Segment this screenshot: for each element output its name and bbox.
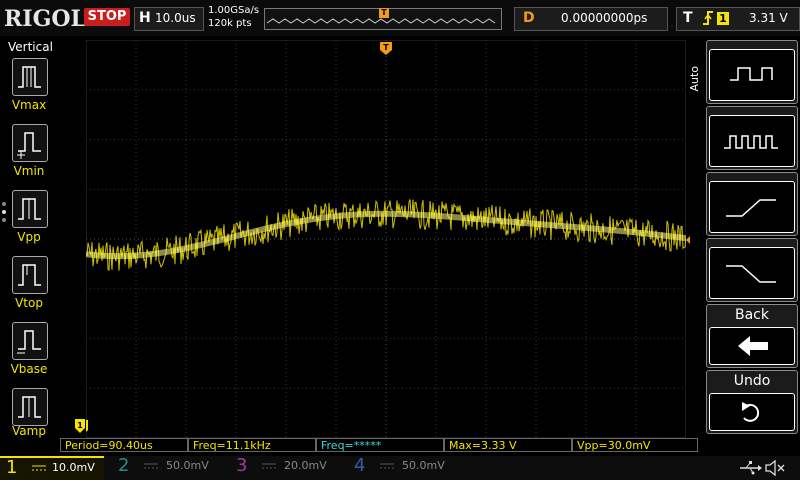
- function-panel: Auto Back Undo: [688, 36, 800, 438]
- measurement-results-bar: Period=90.40us Freq=11.1kHz Freq=***** M…: [58, 438, 698, 454]
- ch2-tab[interactable]: 2 50.0mV: [110, 455, 220, 480]
- vpp-label: Vpp: [17, 230, 41, 244]
- page-dot: [2, 218, 6, 222]
- vtop-label: Vtop: [15, 296, 43, 310]
- vmin-button[interactable]: [12, 124, 48, 162]
- single-pulse-icon: [730, 67, 773, 81]
- vpp-icon: [18, 198, 41, 220]
- meas-period[interactable]: Period=90.40us: [60, 438, 188, 452]
- delay-box[interactable]: D 0.00000000ps: [514, 7, 668, 31]
- meas-max[interactable]: Max=3.33 V: [444, 438, 572, 452]
- top-status-bar: RIGOL STOP H 10.0us 1.00GSa/s 120k pts T…: [0, 0, 800, 36]
- ch4-number: 4: [354, 455, 366, 476]
- ch4-tab[interactable]: 4 50.0mV: [346, 455, 456, 480]
- back-button[interactable]: Back: [706, 304, 798, 368]
- falling-ramp-icon: [726, 265, 776, 283]
- falling-ramp-button[interactable]: [706, 238, 798, 302]
- ch1-number: 1: [6, 457, 18, 478]
- vamp-label: Vamp: [12, 424, 46, 438]
- button-face: [709, 393, 795, 431]
- timebase-letter: H: [139, 10, 151, 26]
- button-face: [709, 327, 795, 365]
- back-arrow-icon: [738, 336, 768, 356]
- ch1-offset-marker-icon: 1: [75, 419, 85, 433]
- button-face: [709, 181, 795, 233]
- meas-freq-ch1[interactable]: Freq=11.1kHz: [188, 438, 316, 452]
- memory-depth: 120k pts: [208, 18, 252, 29]
- ch3-tab[interactable]: 3 20.0mV: [228, 455, 338, 480]
- ch3-number: 3: [236, 455, 248, 476]
- sidebar-title: Vertical: [8, 40, 53, 54]
- button-face: [709, 247, 795, 299]
- vmax-button[interactable]: [12, 58, 48, 96]
- meas-freq-ch2[interactable]: Freq=*****: [316, 438, 444, 452]
- waveform-display[interactable]: T: [86, 40, 686, 438]
- vbase-button[interactable]: [12, 322, 48, 360]
- ch1-scale: 10.0mV: [52, 461, 95, 474]
- timebase-value: 10.0us: [155, 11, 196, 25]
- mode-label: Auto: [688, 66, 701, 92]
- trigger-box[interactable]: T 1 3.31 V: [676, 7, 800, 31]
- speaker-muted-icon[interactable]: [764, 459, 786, 477]
- vamp-button[interactable]: [12, 388, 48, 426]
- trigger-position-icon: T: [380, 42, 392, 55]
- vbase-icon: [17, 330, 41, 354]
- multi-pulse-button[interactable]: [706, 106, 798, 170]
- timebase-box[interactable]: H 10.0us: [134, 7, 204, 31]
- rigol-logo: RIGOL: [4, 6, 86, 32]
- multi-pulse-icon: [724, 135, 778, 149]
- trigger-source-badge: 1: [717, 12, 729, 25]
- page-dot: [2, 202, 6, 206]
- single-pulse-button[interactable]: [706, 40, 798, 104]
- dc-coupling-icon: [262, 463, 276, 469]
- trigger-level: 3.31 V: [749, 11, 788, 25]
- vmax-icon: [18, 66, 41, 88]
- vamp-icon: [18, 396, 41, 418]
- rising-ramp-button[interactable]: [706, 172, 798, 236]
- ch3-scale: 20.0mV: [284, 459, 327, 472]
- page-dot-active: [2, 210, 6, 214]
- rising-ramp-icon: [726, 199, 776, 217]
- button-face: [709, 115, 795, 167]
- vtop-button[interactable]: [12, 256, 48, 294]
- vmin-icon: [17, 132, 41, 159]
- vtop-icon: [18, 264, 41, 286]
- ch4-scale: 50.0mV: [402, 459, 445, 472]
- sample-rate: 1.00GSa/s: [208, 5, 260, 16]
- dc-coupling-icon: [32, 465, 46, 471]
- ch2-number: 2: [118, 455, 130, 476]
- back-label: Back: [735, 307, 769, 323]
- vmin-label: Vmin: [13, 164, 45, 178]
- dc-coupling-icon: [144, 463, 158, 469]
- ch1-tab[interactable]: 1 10.0mV: [0, 456, 104, 480]
- undo-button[interactable]: Undo: [706, 370, 798, 434]
- measurement-sidebar: Vertical Vmax Vmin Vpp Vtop Vbase Vamp: [0, 36, 58, 438]
- vmax-label: Vmax: [11, 98, 47, 112]
- usb-icon: [740, 461, 762, 475]
- channel-bar: 1 10.0mV 2 50.0mV 3 20.0mV 4 50.0mV: [0, 455, 800, 480]
- undo-icon: [742, 402, 760, 422]
- memory-overview-strip: T: [264, 8, 502, 30]
- trigger-letter: T: [683, 10, 693, 26]
- ch2-scale: 50.0mV: [166, 459, 209, 472]
- trigger-position-marker: T: [379, 8, 389, 18]
- svg-text:T: T: [383, 43, 389, 52]
- delay-letter: D: [523, 10, 535, 26]
- dc-coupling-icon: [380, 463, 394, 469]
- svg-text:1: 1: [77, 421, 83, 430]
- run-stop-indicator[interactable]: STOP: [84, 8, 130, 26]
- meas-vpp[interactable]: Vpp=30.0mV: [572, 438, 698, 452]
- delay-value: 0.00000000ps: [561, 11, 648, 25]
- undo-label: Undo: [733, 373, 771, 389]
- vpp-button[interactable]: [12, 190, 48, 228]
- vbase-label: Vbase: [10, 362, 48, 376]
- button-face: [709, 49, 795, 101]
- rising-edge-icon: [701, 9, 715, 31]
